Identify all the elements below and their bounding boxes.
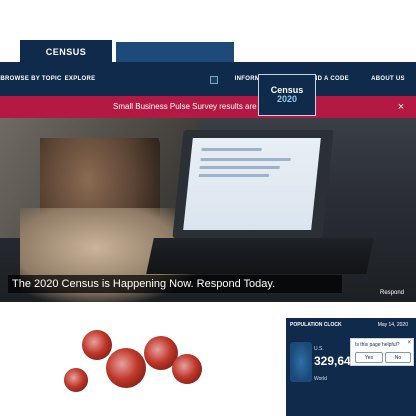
us-map-icon [290, 342, 312, 382]
close-icon[interactable]: × [394, 100, 408, 114]
census-logo[interactable]: CENSUS [20, 40, 112, 64]
main-navigation: BROWSE BY TOPIC EXPLORE INFORMATION FOR.… [0, 62, 416, 96]
popclock-us-label: U.S. [314, 346, 324, 352]
laptop-webpage [183, 138, 321, 230]
hero-headline[interactable]: The 2020 Census is Happening Now. Respon… [8, 275, 342, 293]
popclock-world-label: World [314, 376, 327, 382]
nav-explore[interactable]: EXPLORE [62, 62, 98, 96]
census-card-year: 2020 [276, 94, 298, 104]
page-line [199, 166, 280, 169]
page-line [201, 148, 262, 151]
respond-tag[interactable]: Respond [372, 288, 412, 298]
feedback-question: Is this page helpful? [355, 342, 400, 348]
popclock-title: POPULATION CLOCK [290, 322, 342, 328]
logo-text: CENSUS [45, 47, 87, 57]
feedback-yes-button[interactable]: Yes [355, 352, 383, 363]
popclock-date: May 14, 2020 [377, 322, 408, 328]
nav-about-us[interactable]: ABOUT US [368, 62, 408, 96]
header-image [116, 42, 234, 62]
laptop-keyboard [146, 238, 374, 274]
feedback-no-button[interactable]: No [385, 352, 411, 363]
close-icon[interactable]: × [407, 340, 411, 346]
feedback-widget: Is this page helpful? × Yes No [350, 338, 414, 366]
nav-label: EXPLORE [64, 76, 96, 82]
alert-banner: Small Business Pulse Survey results are … [0, 96, 416, 118]
nav-label: ABOUT US [371, 76, 405, 82]
coronavirus-image[interactable] [4, 318, 272, 416]
popclock-us-value: 329,64 [314, 354, 351, 368]
virus-particle [172, 354, 202, 384]
census-2020-card-image: Census 2020 [258, 74, 316, 116]
virus-particle [106, 348, 146, 388]
page-line [198, 174, 270, 177]
virus-particle [64, 368, 88, 392]
nav-label: BROWSE BY TOPIC [0, 76, 62, 82]
nav-browse-by-topic[interactable]: BROWSE BY TOPIC [0, 62, 61, 96]
virus-particle [82, 330, 112, 360]
population-clock-iframe[interactable]: POPULATION CLOCK May 14, 2020 U.S. 329,6… [286, 318, 416, 416]
nav-separator-icon [210, 76, 218, 84]
page-line [200, 158, 291, 161]
